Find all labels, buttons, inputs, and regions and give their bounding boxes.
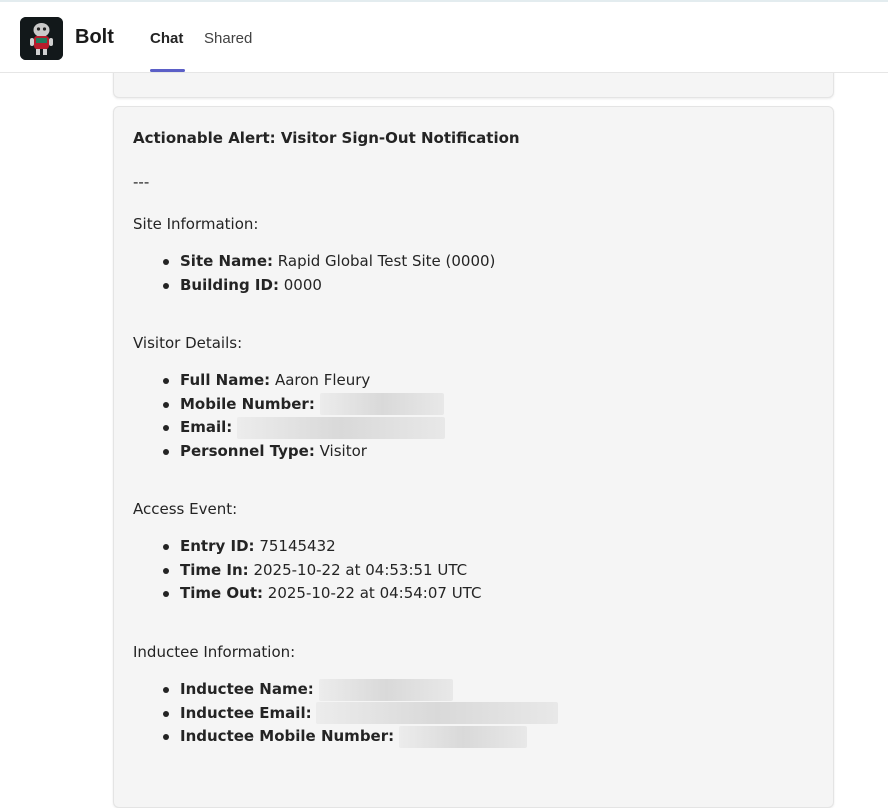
redacted-inductee-email xyxy=(316,702,559,724)
redacted-inductee-name xyxy=(318,678,453,701)
separator-text: --- xyxy=(133,173,150,191)
message-title: Actionable Alert: Visitor Sign-Out Notif… xyxy=(133,129,520,147)
bot-avatar-icon[interactable] xyxy=(20,17,63,60)
message-card: Actionable Alert: Visitor Sign-Out Notif… xyxy=(113,106,834,808)
list-item: Entry ID: 75145432 xyxy=(133,535,481,559)
list-item: Time In: 2025-10-22 at 04:53:51 UTC xyxy=(133,559,481,583)
visitor-details-list: Full Name: Aaron Fleury Mobile Number: E… xyxy=(133,369,446,464)
redacted-email xyxy=(237,416,446,439)
tab-chat[interactable]: Chat xyxy=(150,30,183,47)
list-item: Personnel Type: Visitor xyxy=(133,440,445,464)
site-information-list: Site Name: Rapid Global Test Site (0000)… xyxy=(133,250,495,297)
list-item: Time Out: 2025-10-22 at 04:54:07 UTC xyxy=(133,582,481,606)
list-item: Inductee Name: xyxy=(133,678,558,702)
personnel-type-value: Visitor xyxy=(319,441,367,460)
redacted-inductee-mobile xyxy=(398,725,527,748)
inductee-information-heading: Inductee Information: xyxy=(133,643,296,661)
site-name-value: Rapid Global Test Site (0000) xyxy=(277,252,496,270)
time-out-value: 2025-10-22 at 04:54:07 UTC xyxy=(267,584,482,602)
site-information-heading: Site Information: xyxy=(133,215,259,233)
tab-shared[interactable]: Shared xyxy=(204,30,252,47)
entry-id-value: 75145432 xyxy=(259,537,336,555)
visitor-details-heading: Visitor Details: xyxy=(133,334,243,352)
app-header: Bolt Chat Shared xyxy=(0,2,888,73)
app-name: Bolt xyxy=(75,26,114,48)
time-in-value: 2025-10-22 at 04:53:51 UTC xyxy=(253,560,468,579)
inductee-information-list: Inductee Name: Inductee Email: Inductee … xyxy=(133,678,559,749)
redacted-mobile-number xyxy=(319,393,444,415)
access-event-list: Entry ID: 75145432 Time In: 2025-10-22 a… xyxy=(133,535,481,606)
access-event-heading: Access Event: xyxy=(133,500,238,518)
list-item: Site Name: Rapid Global Test Site (0000) xyxy=(133,250,495,274)
list-item: Email: xyxy=(133,416,446,440)
list-item: Building ID: 0000 xyxy=(133,274,495,298)
list-item: Full Name: Aaron Fleury xyxy=(133,369,445,393)
active-tab-indicator xyxy=(150,69,185,72)
full-name-value: Aaron Fleury xyxy=(274,371,371,389)
list-item: Mobile Number: xyxy=(133,393,445,417)
list-item: Inductee Email: xyxy=(133,702,559,726)
building-id-value: 0000 xyxy=(283,275,322,294)
list-item: Inductee Mobile Number: xyxy=(133,725,558,749)
